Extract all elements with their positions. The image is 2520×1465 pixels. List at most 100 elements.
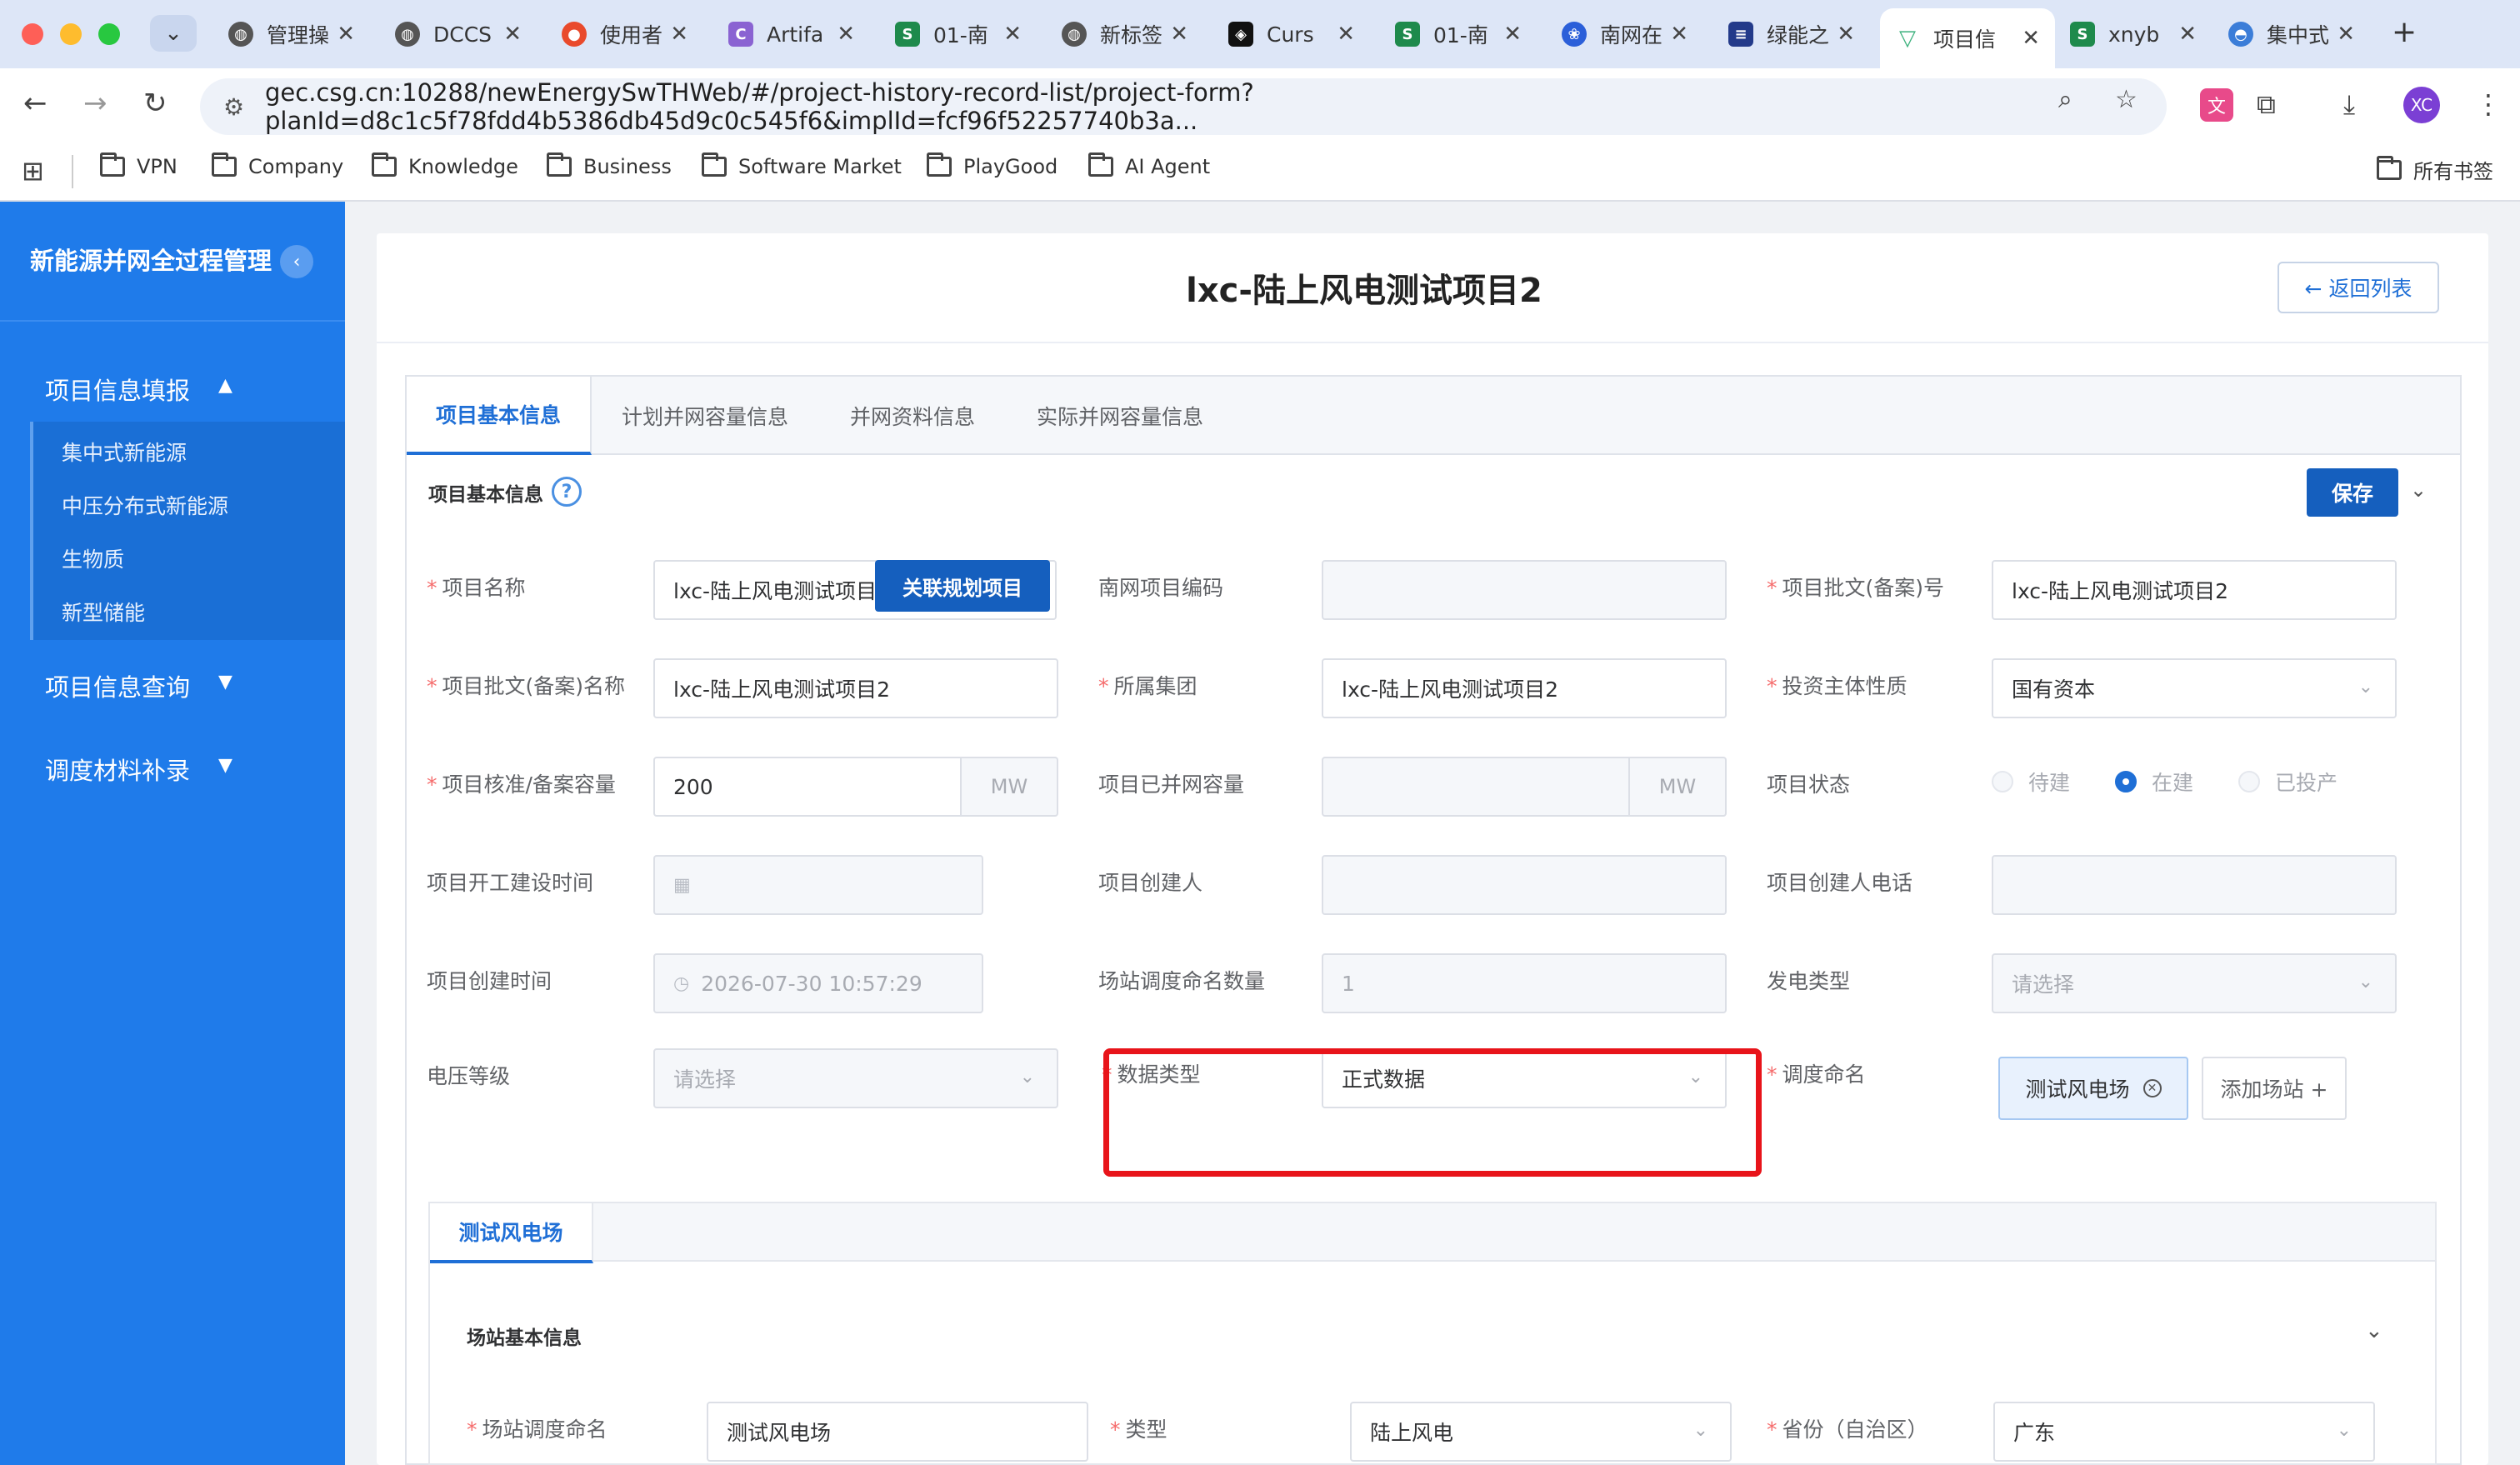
add-station-button[interactable]: 添加场站 + xyxy=(2202,1057,2347,1120)
sidebar-group-fill[interactable]: 项目信息填报 xyxy=(45,372,190,407)
browser-tab-active[interactable]: ▽ 项目信 ✕ xyxy=(1880,8,2055,68)
browser-tab[interactable]: ◈ Curs ✕ xyxy=(1213,8,1370,60)
station-tabs-header xyxy=(430,1203,2435,1262)
sidebar-item-storage[interactable]: 新型储能 xyxy=(62,597,145,627)
help-question-icon[interactable]: ? xyxy=(552,477,582,507)
tab-connection-docs[interactable]: 并网资料信息 xyxy=(825,377,1000,455)
close-tab-icon[interactable]: ✕ xyxy=(1837,22,1855,47)
sidebar-item-centralized[interactable]: 集中式新能源 xyxy=(62,437,187,467)
bookmark-vpn[interactable]: VPN xyxy=(100,152,178,178)
apps-grid-icon[interactable]: ⊞ xyxy=(22,155,44,187)
group-input[interactable]: lxc-陆上风电测试项目2 xyxy=(1322,658,1727,718)
profile-avatar[interactable]: XC xyxy=(2403,87,2440,123)
connected-capacity-label: 项目已并网容量 xyxy=(1098,772,1245,797)
bookmark-ai-agent[interactable]: AI Agent xyxy=(1088,152,1210,178)
maximize-window-button[interactable] xyxy=(98,23,120,45)
back-to-list-button[interactable]: ← 返回列表 xyxy=(2278,262,2439,313)
status-radio-building[interactable]: 在建 xyxy=(2115,767,2193,797)
star-bookmark-icon[interactable]: ☆ xyxy=(2115,85,2138,114)
forward-arrow-icon[interactable]: → xyxy=(83,87,108,120)
bookmark-business[interactable]: Business xyxy=(547,152,672,178)
sidebar-group-query[interactable]: 项目信息查询 xyxy=(45,668,190,703)
zoom-search-icon[interactable]: ⌕ xyxy=(2058,85,2072,114)
capacity-input[interactable]: 200 xyxy=(653,757,962,817)
globe-icon: ◍ xyxy=(395,22,420,47)
cursor-icon: ◈ xyxy=(1228,22,1253,47)
tab-planned-capacity[interactable]: 计划并网容量信息 xyxy=(608,377,802,455)
close-tab-icon[interactable]: ✕ xyxy=(337,22,355,47)
bookmark-knowledge[interactable]: Knowledge xyxy=(372,152,518,178)
browser-tab[interactable]: C Artifa ✕ xyxy=(713,8,870,60)
province-select[interactable]: 广东 ⌄ xyxy=(1993,1402,2375,1462)
browser-tab[interactable]: S 01-南 ✕ xyxy=(1380,8,1537,60)
chevron-down-icon[interactable]: ⌄ xyxy=(2410,478,2427,502)
investor-type-select[interactable]: 国有资本 ⌄ xyxy=(1992,658,2397,718)
browser-tab[interactable]: S xnyb ✕ xyxy=(2055,8,2212,60)
new-tab-button[interactable]: + xyxy=(2392,15,2417,49)
close-tab-icon[interactable]: ✕ xyxy=(1170,22,1188,47)
close-tab-icon[interactable]: ✕ xyxy=(1003,22,1022,47)
close-tab-icon[interactable]: ✕ xyxy=(2337,22,2355,47)
back-arrow-icon[interactable]: ← xyxy=(23,87,48,120)
close-tab-icon[interactable]: ✕ xyxy=(503,22,522,47)
required-mark: * xyxy=(1767,674,1778,698)
collapse-sidebar-button[interactable]: ‹ xyxy=(280,245,313,278)
tab-station[interactable]: 测试风电场 xyxy=(430,1203,593,1263)
close-tab-icon[interactable]: ✕ xyxy=(2022,26,2040,51)
browser-tab[interactable]: ◍ DCCS ✕ xyxy=(380,8,537,60)
browser-tab[interactable]: ◍ 新标签 ✕ xyxy=(1047,8,1203,60)
close-tab-icon[interactable]: ✕ xyxy=(2178,22,2197,47)
browser-tab[interactable]: ◓ 集中式 ✕ xyxy=(2213,8,2370,60)
app-title: 新能源并网全过程管理 xyxy=(30,247,272,275)
chevron-down-icon: ⌄ xyxy=(2336,1420,2352,1441)
address-bar[interactable]: ⚙ gec.csg.cn:10288/newEnergySwTHWeb/#/pr… xyxy=(200,78,2167,135)
status-radio-pending[interactable]: 待建 xyxy=(1992,767,2070,797)
close-tab-icon[interactable]: ✕ xyxy=(1503,22,1522,47)
station-type-select[interactable]: 陆上风电 ⌄ xyxy=(1350,1402,1732,1462)
browser-tab[interactable]: ◍ 管理操 ✕ xyxy=(213,8,370,60)
sheet-icon: S xyxy=(2070,22,2095,47)
more-menu-icon[interactable]: ⋮ xyxy=(2475,88,2502,120)
status-radio-operating[interactable]: 已投产 xyxy=(2238,767,2338,797)
folder-icon xyxy=(1088,152,1113,177)
station-tag[interactable]: 测试风电场 ✕ xyxy=(1998,1057,2188,1120)
close-window-button[interactable] xyxy=(22,23,43,45)
reload-icon[interactable]: ↻ xyxy=(143,87,168,120)
sidebar-item-biomass[interactable]: 生物质 xyxy=(62,543,124,573)
globe-icon: ◍ xyxy=(1062,22,1087,47)
bookmark-software-market[interactable]: Software Market xyxy=(702,152,902,178)
paw-icon: ◓ xyxy=(2228,22,2253,47)
extensions-puzzle-icon[interactable]: ⧉ xyxy=(2257,88,2276,121)
browser-tab[interactable]: S 01-南 ✕ xyxy=(880,8,1037,60)
translate-extension-icon[interactable]: 文 xyxy=(2200,88,2233,122)
start-time-label: 项目开工建设时间 xyxy=(427,871,594,895)
close-tab-icon[interactable]: ✕ xyxy=(670,22,688,47)
station-dispatch-input[interactable]: 测试风电场 xyxy=(707,1402,1088,1462)
radio-dot xyxy=(2115,771,2137,792)
sidebar-group-supplement[interactable]: 调度材料补录 xyxy=(45,752,190,787)
approval-no-input[interactable]: lxc-陆上风电测试项目2 xyxy=(1992,560,2397,620)
approval-name-input[interactable]: lxc-陆上风电测试项目2 xyxy=(653,658,1058,718)
link-plan-project-button[interactable]: 关联规划项目 xyxy=(875,560,1050,612)
close-tab-icon[interactable]: ✕ xyxy=(1337,22,1355,47)
site-info-icon[interactable]: ⚙ xyxy=(223,93,244,121)
tab-actual-capacity[interactable]: 实际并网容量信息 xyxy=(1022,377,1218,455)
download-icon[interactable]: ⤓ xyxy=(2343,88,2355,121)
tab-search-button[interactable]: ⌄ xyxy=(150,15,197,52)
minimize-window-button[interactable] xyxy=(60,23,82,45)
close-tab-icon[interactable]: ✕ xyxy=(1670,22,1688,47)
required-mark: * xyxy=(1110,1418,1121,1442)
close-tab-icon[interactable]: ✕ xyxy=(837,22,855,47)
all-bookmarks[interactable]: 所有书签 xyxy=(2377,155,2493,184)
browser-tab[interactable]: ≡ 绿能之 ✕ xyxy=(1713,8,1870,60)
browser-tab[interactable]: ❀ 南网在 ✕ xyxy=(1547,8,1703,60)
browser-tab[interactable]: ● 使用者 ✕ xyxy=(547,8,703,60)
close-circle-icon[interactable]: ✕ xyxy=(2142,1079,2162,1098)
baidu-icon: ❀ xyxy=(1562,22,1587,47)
save-button[interactable]: 保存 xyxy=(2307,468,2398,517)
bookmark-playgood[interactable]: PlayGood xyxy=(927,152,1058,178)
bookmark-company[interactable]: Company xyxy=(212,152,343,178)
chevron-down-icon[interactable]: ⌄ xyxy=(2365,1318,2383,1343)
sidebar-item-distributed[interactable]: 中压分布式新能源 xyxy=(62,490,228,520)
tab-basic-info[interactable]: 项目基本信息 xyxy=(407,377,592,455)
